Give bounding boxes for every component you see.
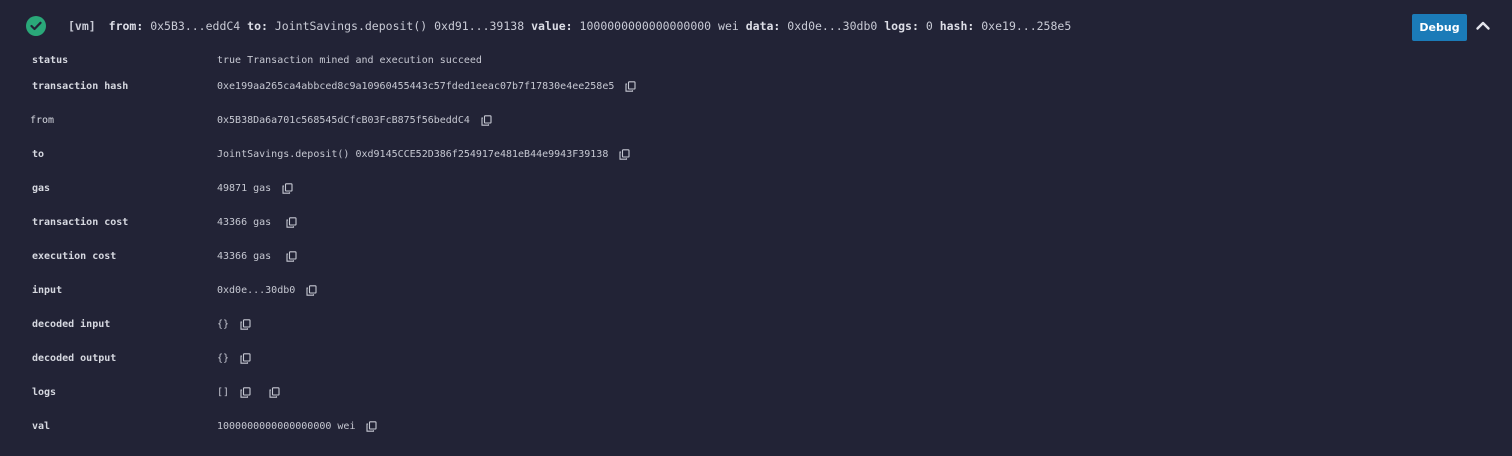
detail-value-container: 0xd0e...30db0 [217, 285, 317, 296]
data-key: data: [745, 19, 781, 33]
detail-value: {} [217, 319, 230, 330]
copy-icon[interactable] [269, 387, 280, 398]
detail-row-logs: logs [] [0, 384, 1512, 404]
value-value: 1000000000000000000 wei [579, 19, 739, 33]
to-key: to: [247, 19, 268, 33]
detail-row-transaction-hash: transaction hash 0xe199aa265ca4abbced8c9a… [0, 78, 1512, 98]
detail-row-decoded-output: decoded output {} [0, 350, 1512, 370]
detail-row-execution-cost: execution cost 43366 gas [0, 248, 1512, 268]
detail-row-to: to JointSavings.deposit() 0xd9145CCE52D38… [0, 146, 1512, 166]
detail-value-container: {} [217, 353, 251, 364]
transaction-summary: [vm] from: 0x5B3...eddC4 to: JointSaving… [68, 19, 1071, 33]
detail-label: val [32, 421, 51, 432]
detail-label: decoded input [32, 319, 111, 330]
detail-value-container: 0x5B38Da6a701c568545dCfcB03FcB875f56bedd… [217, 115, 492, 126]
detail-value: 0x5B38Da6a701c568545dCfcB03FcB875f56bedd… [217, 115, 470, 126]
detail-value: JointSavings.deposit() 0xd9145CCE52D386f… [217, 149, 609, 160]
detail-value-container: 43366 gas [217, 251, 297, 262]
copy-icon[interactable] [481, 115, 492, 126]
value-key: value: [531, 19, 573, 33]
detail-value: [] [217, 387, 230, 398]
detail-value-container: {} [217, 319, 251, 330]
detail-value-container: 49871 gas [217, 183, 293, 194]
detail-label: status [32, 55, 69, 66]
detail-label: to [32, 149, 45, 160]
detail-row-transaction-cost: transaction cost 43366 gas [0, 214, 1512, 234]
copy-icon[interactable] [240, 319, 251, 330]
detail-value-container: JointSavings.deposit() 0xd9145CCE52D386f… [217, 149, 630, 160]
copy-icon[interactable] [240, 387, 251, 398]
data-value: 0xd0e...30db0 [787, 19, 878, 33]
copy-icon[interactable] [306, 285, 317, 296]
copy-icon[interactable] [240, 353, 251, 364]
detail-label: execution cost [32, 251, 117, 262]
detail-value: 43366 gas [217, 251, 272, 262]
detail-value: {} [217, 353, 230, 364]
detail-label: from [30, 115, 55, 126]
detail-label: gas [32, 183, 51, 194]
detail-label: transaction hash [32, 81, 129, 92]
copy-icon[interactable] [286, 251, 297, 262]
transaction-log-panel: [vm] from: 0x5B3...eddC4 to: JointSaving… [0, 0, 1512, 456]
from-key: from: [108, 19, 144, 33]
copy-icon[interactable] [282, 183, 293, 194]
detail-label: logs [32, 387, 57, 398]
detail-value-container: 0xe199aa265ca4abbced8c9a10960455443c57fd… [217, 81, 636, 92]
detail-value: 0xe199aa265ca4abbced8c9a10960455443c57fd… [217, 81, 615, 92]
detail-value: 0xd0e...30db0 [217, 285, 296, 296]
detail-value: 49871 gas [217, 183, 272, 194]
logs-key: logs: [884, 19, 919, 33]
detail-value: 1000000000000000000 wei [217, 421, 356, 432]
detail-label: decoded output [32, 353, 117, 364]
detail-row-status: status true Transaction mined and executi… [0, 52, 1512, 72]
transaction-header[interactable]: [vm] from: 0x5B3...eddC4 to: JointSaving… [0, 0, 1512, 54]
from-value: 0x5B3...eddC4 [150, 19, 241, 33]
check-circle-icon [26, 16, 46, 36]
detail-row-input: input 0xd0e...30db0 [0, 282, 1512, 302]
to-value: JointSavings.deposit() 0xd91...39138 [274, 19, 525, 33]
detail-value-container: 43366 gas [217, 217, 297, 228]
detail-value: 43366 gas [217, 217, 272, 228]
detail-label: transaction cost [32, 217, 129, 228]
logs-value: 0 [925, 19, 933, 33]
detail-row-from: from 0x5B38Da6a701c568545dCfcB03FcB875f56… [0, 112, 1512, 132]
chevron-up-icon[interactable] [1474, 17, 1492, 35]
hash-key: hash: [939, 19, 975, 33]
detail-row-val: val 1000000000000000000 wei [0, 418, 1512, 438]
vm-tag: [vm] [68, 19, 96, 33]
detail-value: true Transaction mined and execution suc… [217, 55, 482, 66]
detail-row-gas: gas 49871 gas [0, 180, 1512, 200]
copy-icon[interactable] [619, 149, 630, 160]
hash-value: 0xe19...258e5 [981, 19, 1072, 33]
copy-icon[interactable] [366, 421, 378, 432]
copy-icon[interactable] [625, 81, 636, 92]
detail-value-container: 1000000000000000000 wei [217, 421, 378, 432]
copy-icon[interactable] [286, 217, 297, 228]
debug-button[interactable]: Debug [1412, 14, 1467, 41]
detail-row-decoded-input: decoded input {} [0, 316, 1512, 336]
detail-value-container: true Transaction mined and execution suc… [217, 55, 482, 66]
detail-value-container: [] [217, 387, 280, 398]
detail-label: input [32, 285, 63, 296]
